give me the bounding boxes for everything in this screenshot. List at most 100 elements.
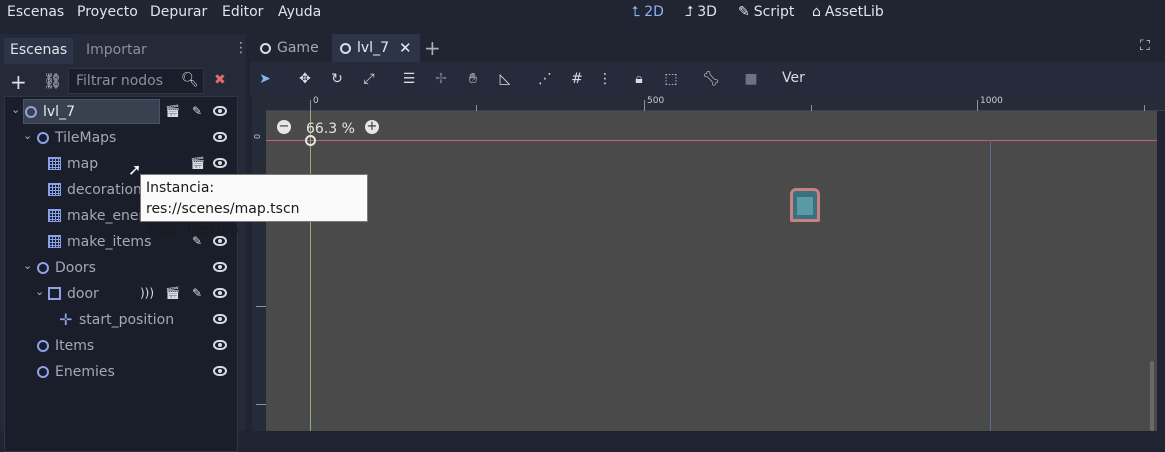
door-sprite[interactable] (790, 188, 820, 222)
chevron-down-icon[interactable]: ⌄ (35, 285, 44, 298)
x-axis-line (266, 140, 1157, 141)
mode-3d-button[interactable]: ⮥ 3D (685, 4, 717, 20)
tab-game-label: Game (277, 40, 319, 56)
tooltip-instance-line: Instancia: res://scenes/map.tscn (146, 180, 300, 217)
tilemap-icon (48, 209, 61, 222)
chevron-down-icon[interactable]: ⌄ (23, 259, 32, 272)
script-icon[interactable]: ✎ (190, 104, 204, 118)
tree-label-map: map (67, 156, 99, 172)
rotate-tool-icon[interactable]: ↻ (328, 70, 346, 88)
tree-label-items: Items (55, 338, 95, 354)
tree-label-start-position: start_position (79, 312, 175, 328)
fullscreen-icon[interactable]: ⛶ (1140, 38, 1150, 54)
2d-icon: ⮤ (632, 4, 641, 20)
door-panel (797, 197, 813, 215)
view-menu-button[interactable]: Ver (782, 70, 805, 86)
ruler-tick (310, 100, 311, 111)
visibility-eye-icon[interactable] (213, 262, 227, 272)
ruler-label-500: 500 (647, 96, 665, 106)
node2d-icon (37, 132, 49, 144)
visibility-eye-icon[interactable] (213, 132, 227, 142)
viewport-boundary-line (990, 140, 991, 431)
visibility-eye-icon[interactable] (213, 158, 227, 168)
y-axis-line (310, 111, 311, 431)
clapper-icon[interactable]: 🎬︎ (165, 104, 180, 118)
group-icon[interactable]: ⬚ (662, 70, 680, 88)
visibility-eye-icon[interactable] (213, 340, 227, 350)
camera-override-icon[interactable]: ■ (742, 70, 760, 88)
visibility-eye-icon[interactable] (213, 366, 227, 376)
tree-row-tilemaps[interactable]: ⌄ TileMaps (5, 125, 237, 151)
menu-editor[interactable]: Editor (222, 4, 263, 20)
tree-label-lvl7: lvl_7 (43, 104, 75, 120)
zoom-in-icon[interactable]: + (365, 120, 379, 134)
tree-row-lvl7[interactable]: ⌄ lvl_7 🎬︎ ✎ (5, 99, 237, 125)
tree-row-start-position[interactable]: ✛ start_position (5, 307, 237, 333)
pan-tool-icon[interactable]: ✋︎ (464, 70, 482, 88)
tree-label-enemies: Enemies (55, 364, 115, 380)
tab-lvl7[interactable]: lvl_7 ✕ (332, 34, 420, 62)
zoom-out-icon[interactable]: − (277, 120, 291, 134)
viewport-scrollbar[interactable] (1150, 361, 1154, 431)
dock-menu-icon[interactable]: ⋮ (234, 40, 248, 56)
visibility-eye-icon[interactable] (213, 288, 227, 298)
chevron-down-icon[interactable]: ⌄ (23, 129, 32, 142)
tree-row-enemies[interactable]: Enemies (5, 359, 237, 385)
clapper-icon[interactable]: 🎬︎ (165, 286, 180, 300)
list-select-icon[interactable]: ☰ (400, 70, 418, 88)
chevron-down-icon[interactable]: ⌄ (11, 103, 20, 116)
pivot-tool-icon[interactable]: ✢ (432, 70, 450, 88)
zoom-level[interactable]: 66.3 % (306, 121, 355, 137)
menu-ayuda[interactable]: Ayuda (278, 4, 321, 20)
signal-icon[interactable]: ))) (140, 286, 154, 300)
mode-assetlib-button[interactable]: ⌂ AssetLib (812, 4, 884, 20)
canvas-viewport[interactable]: − 66.3 % + (266, 111, 1157, 431)
lock-icon[interactable]: 🔒︎ (630, 70, 648, 88)
tree-row-doors[interactable]: ⌄ Doors (5, 255, 237, 281)
script-remove-icon[interactable]: ✖ (214, 72, 226, 88)
ruler-label-1000: 1000 (980, 96, 1003, 106)
tree-label-doors: Doors (55, 260, 96, 276)
tree-row-door[interactable]: ⌄ door ))) 🎬︎ ✎ (5, 281, 237, 307)
grid-snap-icon[interactable]: # (568, 70, 586, 88)
close-icon[interactable]: ✕ (399, 39, 412, 57)
ruler-v-label: 0 (253, 133, 263, 140)
filter-nodes-input[interactable]: Filtrar nodos 🔍︎ (68, 68, 204, 94)
bones-icon[interactable]: 🦴︎ (702, 70, 720, 88)
clapper-icon[interactable]: 🎬︎ (190, 156, 205, 170)
mode-script-button[interactable]: ✎ Script (738, 4, 794, 20)
visibility-eye-icon[interactable] (213, 106, 227, 116)
link-icon[interactable]: ⛓ (43, 72, 62, 90)
tilemap-icon (48, 183, 61, 196)
add-tab-icon[interactable]: + (424, 36, 441, 60)
3d-icon: ⮥ (685, 4, 694, 20)
mode-assetlib-label: AssetLib (824, 4, 884, 20)
menu-depurar[interactable]: Depurar (150, 4, 207, 20)
ruler-tick (256, 404, 266, 405)
menu-proyecto[interactable]: Proyecto (77, 4, 138, 20)
vertical-ruler: 0 (252, 96, 266, 431)
mode-3d-label: 3D (697, 4, 717, 20)
tab-game[interactable]: Game (252, 34, 327, 62)
tooltip-type-line: Tipo: TileMap (146, 222, 239, 238)
add-node-icon[interactable]: + (10, 70, 27, 94)
menu-escenas[interactable]: Escenas (7, 4, 64, 20)
move-tool-icon[interactable]: ✥ (296, 70, 314, 88)
tab-escenas[interactable]: Escenas (4, 38, 74, 64)
script-icon: ✎ (738, 4, 750, 20)
tree-row-items[interactable]: Items (5, 333, 237, 359)
node2d-icon (37, 340, 49, 352)
tab-importar[interactable]: Importar (80, 38, 153, 64)
select-tool-icon[interactable]: ➤ (256, 70, 274, 88)
tree-label-make-items: make_items (67, 234, 152, 250)
smart-snap-icon[interactable]: ⋰ (536, 70, 554, 88)
ruler-label-0: 0 (313, 96, 319, 106)
visibility-eye-icon[interactable] (213, 314, 227, 324)
ruler-tool-icon[interactable]: ◺ (496, 70, 514, 88)
search-icon: 🔍︎ (181, 72, 199, 88)
horizontal-ruler: 0 500 1000 (266, 96, 1165, 111)
scale-tool-icon[interactable]: ⤢ (360, 70, 378, 88)
script-icon[interactable]: ✎ (190, 286, 204, 300)
snap-options-icon[interactable]: ⋮ (596, 70, 614, 88)
mode-2d-button[interactable]: ⮤ 2D (632, 4, 664, 20)
